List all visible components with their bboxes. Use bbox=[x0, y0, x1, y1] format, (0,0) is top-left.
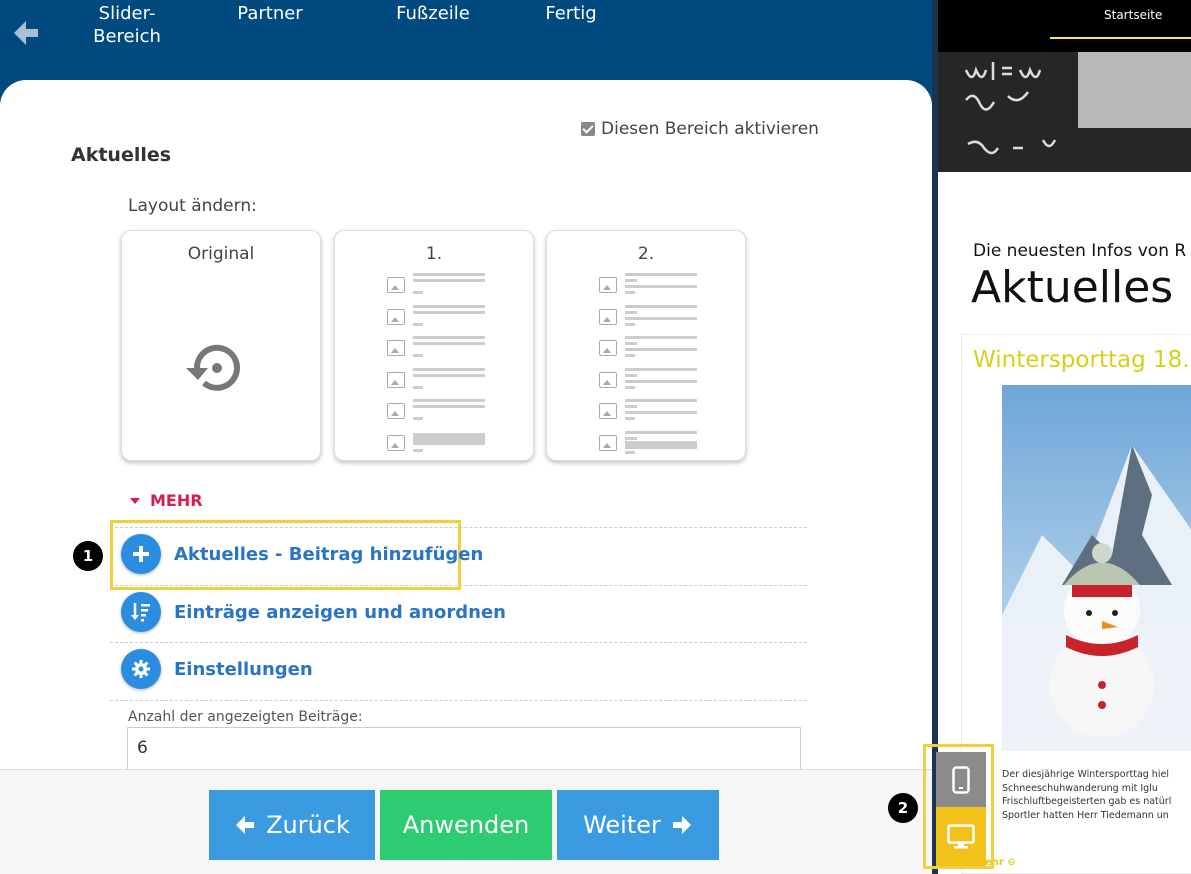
activate-section-toggle[interactable]: Diesen Bereich aktivieren bbox=[581, 119, 819, 139]
layout-card-title: 2. bbox=[637, 244, 655, 264]
settings-action[interactable]: Einstellungen bbox=[121, 649, 313, 689]
next-button[interactable]: Weiter bbox=[557, 790, 719, 860]
show-entries-label: Einträge anzeigen und anordnen bbox=[174, 601, 506, 623]
layout-preview-list bbox=[599, 273, 699, 462]
image-icon bbox=[387, 434, 405, 451]
image-icon bbox=[387, 403, 405, 419]
text-line: Der diesjährige Wintersporttag hiel bbox=[1002, 769, 1169, 780]
nav-step-slider[interactable]: Slider- Bereich bbox=[92, 2, 162, 48]
callout-badge-2: 2 bbox=[888, 793, 918, 823]
arrow-right-icon bbox=[672, 816, 691, 834]
image-icon bbox=[387, 371, 405, 388]
preview-post-text: Der diesjährige Wintersporttag hiel Schn… bbox=[1002, 768, 1191, 823]
checkbox-checked-icon[interactable] bbox=[581, 122, 595, 136]
plus-icon bbox=[121, 534, 161, 574]
layout-label: Layout ändern: bbox=[128, 196, 257, 216]
text-line: Sportler hatten Herr Tiedemann un bbox=[1002, 810, 1169, 822]
nav-step-done[interactable]: Fertig bbox=[538, 2, 604, 25]
image-icon bbox=[599, 340, 617, 356]
apply-label: Anwenden bbox=[402, 811, 530, 839]
back-button[interactable]: Zurück bbox=[209, 790, 375, 860]
layout-card-original[interactable]: Original bbox=[121, 230, 321, 461]
reset-icon bbox=[186, 344, 240, 391]
layout-preview-list bbox=[387, 273, 487, 462]
divider bbox=[110, 700, 807, 701]
layout-card-1[interactable]: 1. bbox=[334, 230, 534, 461]
add-post-label: Aktuelles - Beitrag hinzufügen bbox=[174, 543, 484, 565]
post-count-input[interactable]: 6 bbox=[127, 727, 801, 771]
image-icon bbox=[387, 340, 405, 356]
more-label: MEHR bbox=[150, 491, 203, 510]
image-icon bbox=[387, 308, 405, 325]
image-icon bbox=[599, 403, 617, 419]
site-preview: Startseite bbox=[938, 0, 1191, 874]
gear-icon bbox=[121, 649, 161, 689]
next-label: Weiter bbox=[583, 811, 661, 839]
preview-hero-image bbox=[938, 52, 1191, 172]
image-icon bbox=[599, 277, 617, 293]
divider bbox=[110, 642, 807, 643]
preview-nav: Startseite bbox=[938, 0, 1191, 52]
hero-overlay bbox=[1078, 52, 1191, 128]
nav-step-partner[interactable]: Partner bbox=[230, 2, 310, 25]
post-image bbox=[1002, 385, 1191, 751]
settings-label: Einstellungen bbox=[174, 658, 313, 680]
image-icon bbox=[599, 434, 617, 451]
nav-step-footer[interactable]: Fußzeile bbox=[388, 2, 478, 25]
app-root: Slider- Bereich Partner Fußzeile Fertig … bbox=[0, 0, 1191, 874]
text-line: Frischluftbegeisterten gab es natürl bbox=[1002, 796, 1172, 808]
callout-badge-1: 1 bbox=[73, 541, 103, 571]
active-underline bbox=[1050, 37, 1191, 39]
preview-nav-item[interactable]: Startseite bbox=[1104, 8, 1162, 22]
image-icon bbox=[599, 371, 617, 388]
more-toggle[interactable]: MEHR bbox=[130, 491, 203, 510]
sort-icon bbox=[121, 592, 161, 632]
highlight-box-2 bbox=[923, 744, 994, 869]
preview-title: Aktuelles bbox=[971, 262, 1174, 313]
activate-label: Diesen Bereich aktivieren bbox=[601, 119, 819, 139]
layout-card-title: 1. bbox=[425, 244, 443, 264]
snowman-image bbox=[1002, 385, 1191, 751]
layout-card-title: Original bbox=[187, 244, 255, 264]
show-entries-action[interactable]: Einträge anzeigen und anordnen bbox=[121, 592, 506, 632]
back-arrow-icon[interactable] bbox=[10, 17, 42, 49]
apply-button[interactable]: Anwenden bbox=[380, 790, 552, 860]
arrow-left-icon bbox=[236, 816, 255, 834]
preview-subtitle: Die neuesten Infos von R bbox=[973, 241, 1187, 261]
layout-card-2[interactable]: 2. bbox=[546, 230, 746, 461]
caret-down-icon bbox=[130, 497, 140, 504]
image-icon bbox=[387, 277, 405, 293]
image-icon bbox=[599, 308, 617, 325]
text-line: Schneeschuhwanderung mit Iglu bbox=[1002, 782, 1158, 794]
section-title: Aktuelles bbox=[71, 144, 172, 166]
back-label: Zurück bbox=[266, 811, 350, 839]
post-count-label: Anzahl der angezeigten Beiträge: bbox=[128, 709, 363, 725]
preview-post-title[interactable]: Wintersporttag 18. bbox=[973, 347, 1190, 373]
add-post-action[interactable]: Aktuelles - Beitrag hinzufügen bbox=[121, 534, 483, 574]
